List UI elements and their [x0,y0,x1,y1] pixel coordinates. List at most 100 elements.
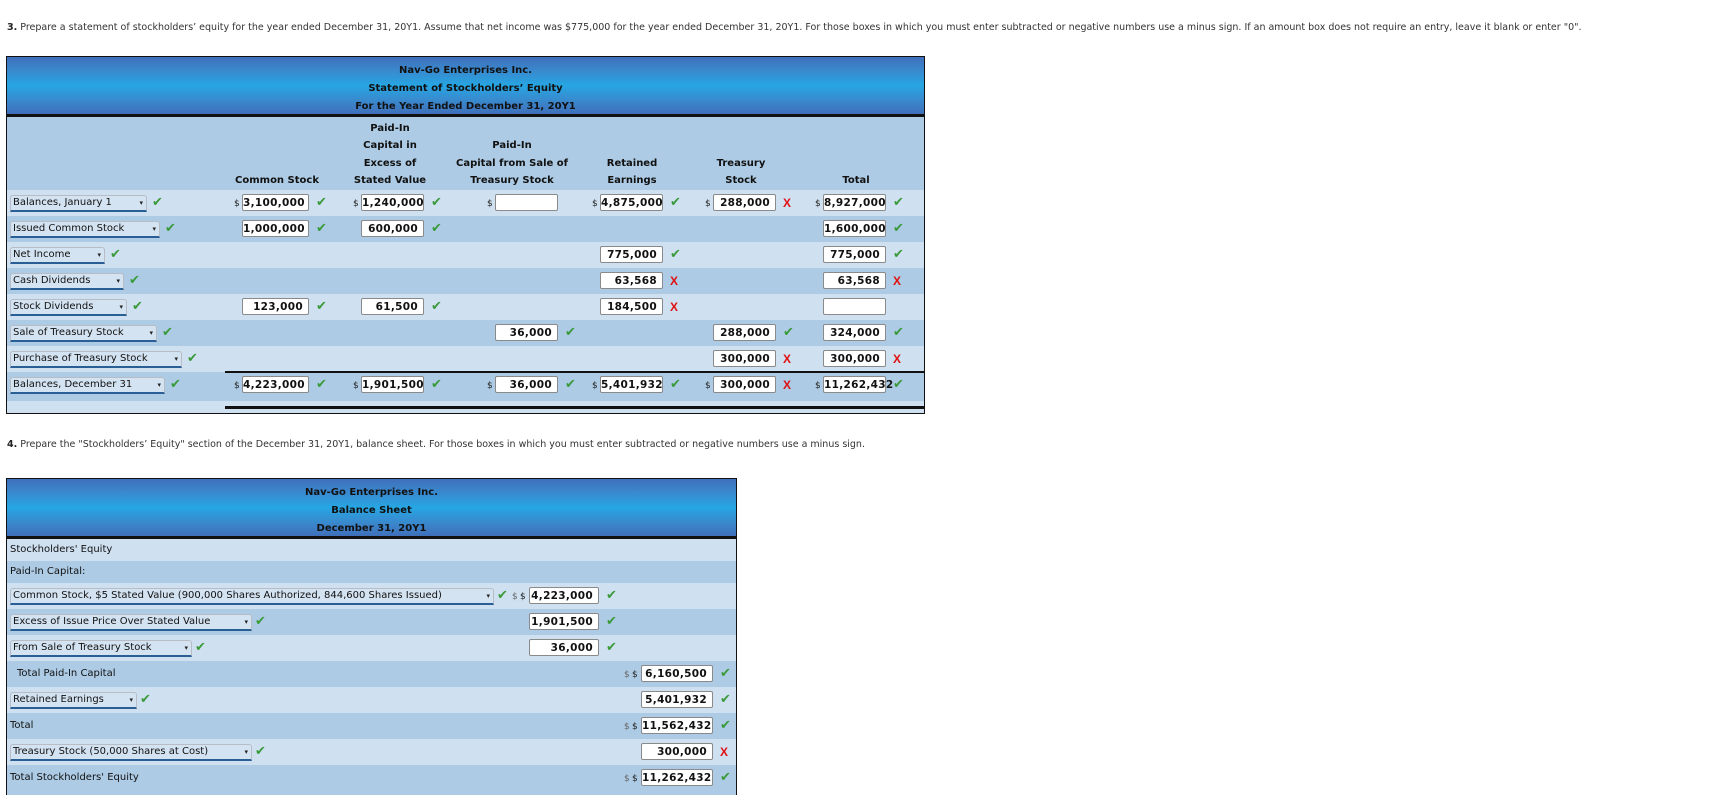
dollar-sign: $ [487,381,493,391]
dollar-sign-outer: $ [624,722,630,732]
row-label: Sale of Treasury Stock [13,327,124,338]
check-icon: ✔ [316,221,327,236]
column-header-line: Stock [725,175,757,187]
row-label-select[interactable]: Common Stock, $5 Stated Value (900,000 S… [10,588,494,605]
balance-sheet-row: Common Stock, $5 Stated Value (900,000 S… [7,583,736,609]
amount-input[interactable]: 36,000 [495,376,558,393]
amount-input[interactable]: 300,000 [713,376,776,393]
check-icon: ✔ [893,195,904,210]
amount-input[interactable]: 300,000 [713,350,776,367]
amount-input[interactable] [495,194,558,211]
amount-input[interactable]: 4,875,000 [600,194,663,211]
check-icon: ✔ [152,195,163,210]
statement-of-stockholders-equity: Nav-Go Enterprises Inc. Statement of Sto… [6,56,925,414]
amount-input[interactable]: 1,901,500 [361,376,424,393]
check-icon: ✔ [431,221,442,236]
chevron-down-icon: ▾ [184,644,188,652]
amount-input[interactable]: 5,401,932 [600,376,663,393]
amount-input[interactable]: 11,262,432 [823,376,893,393]
column-header-line: Treasury Stock [470,175,554,187]
dollar-sign: $ [632,722,638,732]
row-label-select[interactable]: Purchase of Treasury Stock ▾ [10,351,182,368]
amount-input[interactable]: 1,600,000 [823,220,886,237]
amount-input[interactable]: 8,927,000 [823,194,886,211]
amount-input[interactable]: 1,240,000 [361,194,424,211]
amount-input[interactable]: 123,000 [242,298,309,315]
amount-input[interactable]: 11,262,432 [641,769,713,786]
balance-sheet: Nav-Go Enterprises Inc. Balance Sheet De… [6,478,737,795]
dollar-sign: $ [705,199,711,209]
amount-input[interactable]: 1,901,500 [529,613,599,630]
amount-input[interactable]: 288,000 [713,194,776,211]
row-label-select[interactable]: Issued Common Stock ▾ [10,221,160,238]
check-icon: ✔ [431,299,442,314]
amount-input[interactable]: 288,000 [713,324,776,341]
amount-input[interactable]: 300,000 [823,350,886,367]
amount-input[interactable]: 36,000 [529,639,599,656]
row-label: Stockholders' Equity [10,544,113,555]
amount-input[interactable]: 36,000 [495,324,558,341]
amount-input[interactable]: 63,568 [600,272,663,289]
row-label-select[interactable]: Cash Dividends ▾ [10,273,124,290]
chevron-down-icon: ▾ [129,696,133,704]
amount-input[interactable]: 324,000 [823,324,886,341]
question-text: Prepare a statement of stockholders’ equ… [20,22,1582,33]
amount-input[interactable]: 600,000 [361,220,424,237]
row-label: Treasury Stock (50,000 Shares at Cost) [13,746,209,757]
row-label-select[interactable]: From Sale of Treasury Stock ▾ [10,640,192,657]
row-label-select[interactable]: Stock Dividends ▾ [10,299,127,316]
amount-input[interactable]: 4,223,000 [529,587,599,604]
check-icon: ✔ [165,221,176,236]
column-header-line: Stated Value [353,175,427,187]
row-label: Stock Dividends [13,301,94,312]
dollar-sign: $ [632,774,638,784]
statement-title: Statement of Stockholders’ Equity [368,83,563,94]
question-3: 3. Prepare a statement of stockholders’ … [7,22,1582,33]
amount-input[interactable]: 4,223,000 [242,376,309,393]
amount-input[interactable]: 3,100,000 [242,194,309,211]
column-header-line: Capital in [363,140,417,152]
column-header: Common Stock [222,172,332,190]
chevron-down-icon: ▾ [139,199,143,207]
amount-input[interactable]: 300,000 [641,743,713,760]
question-number: 4. [7,439,18,450]
table-row: Purchase of Treasury Stock ▾ ✔ 300,000 X 300,… [7,346,924,372]
chevron-down-icon: ▾ [116,277,120,285]
column-header-line: Retained [606,157,658,169]
balance-sheet-date: December 31, 20Y1 [316,523,427,534]
amount-input[interactable]: 63,568 [823,272,886,289]
amount-input[interactable]: 1,000,000 [242,220,309,237]
amount-input[interactable]: 61,500 [361,298,424,315]
row-label-select[interactable]: Balances, January 1 ▾ [10,195,147,212]
amount-input[interactable]: 6,160,500 [641,665,713,682]
balance-sheet-row: Paid-In Capital: [7,561,736,583]
row-label: Cash Dividends [13,275,91,286]
row-label: Total [10,720,34,731]
amount-input[interactable]: 184,500 [600,298,663,315]
dollar-sign: $ [353,381,359,391]
row-label: Total Paid-In Capital [17,668,116,679]
amount-input[interactable]: 11,562,432 [641,717,713,734]
amount-input[interactable] [823,298,886,315]
row-label-select[interactable]: Balances, December 31 ▾ [10,377,165,394]
check-icon: ✔ [132,299,143,314]
amount-input[interactable]: 775,000 [823,246,886,263]
row-label-select[interactable]: Excess of Issue Price Over Stated Value ▾ [10,614,252,631]
question-number: 3. [7,22,18,33]
row-label: Paid-In Capital: [10,566,86,577]
question-4: 4. Prepare the "Stockholders’ Equity" se… [7,439,865,450]
dollar-sign: $ [234,199,240,209]
chevron-down-icon: ▾ [97,251,101,259]
column-header-line: Common Stock [235,175,319,187]
row-label: Balances, January 1 [13,197,112,208]
row-label-select[interactable]: Treasury Stock (50,000 Shares at Cost) ▾ [10,744,252,761]
amount-input[interactable]: 5,401,932 [641,691,713,708]
row-label-select[interactable]: Retained Earnings ▾ [10,692,137,709]
dollar-sign: $ [487,199,493,209]
balance-sheet-row: Total Paid-In Capital $ $6,160,500 ✔ [7,661,736,687]
row-label: Issued Common Stock [13,223,125,234]
row-label-select[interactable]: Sale of Treasury Stock ▾ [10,325,157,342]
row-label-select[interactable]: Net Income ▾ [10,247,105,264]
amount-input[interactable]: 775,000 [600,246,663,263]
chevron-down-icon: ▾ [119,303,123,311]
